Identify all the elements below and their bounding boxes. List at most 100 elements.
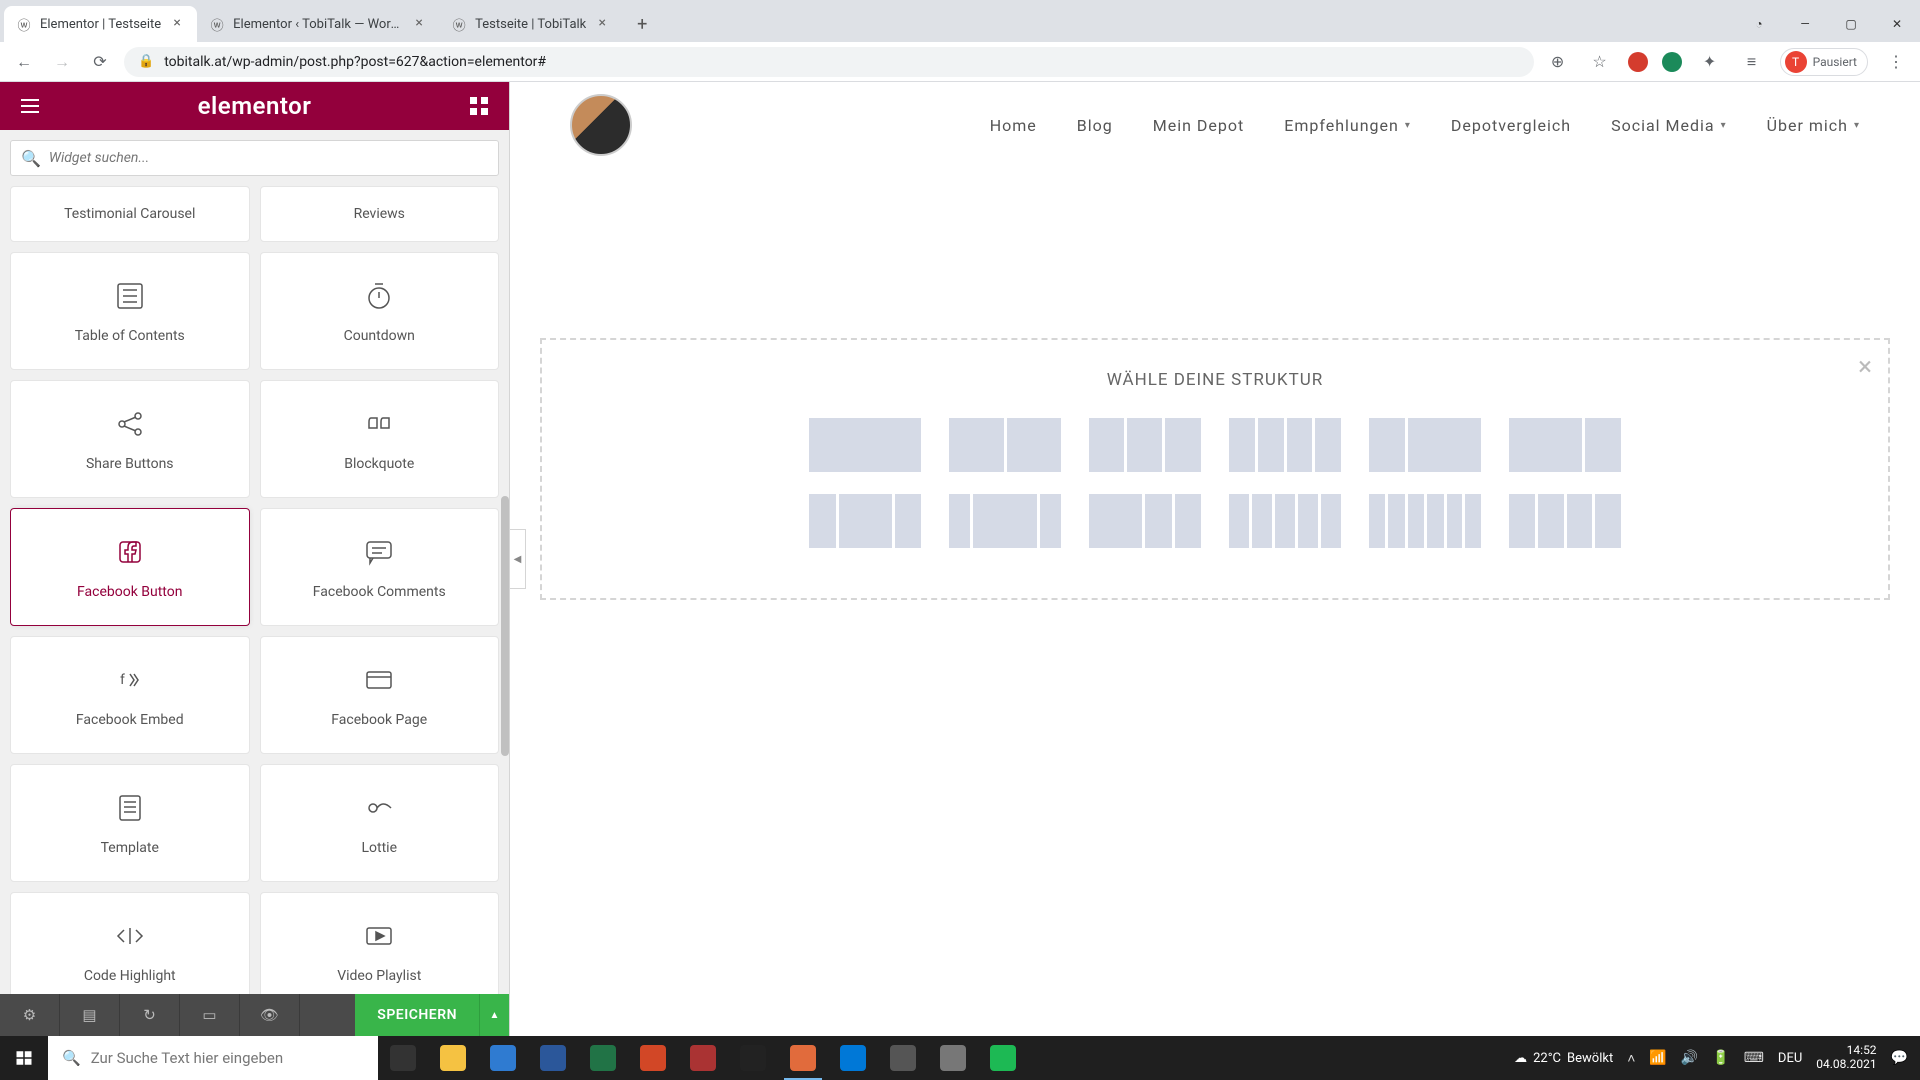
site-preview: Home Blog Mein Depot Empfehlungen▾ Depotverg… xyxy=(510,82,1920,1036)
browser-tab[interactable]: ⓦElementor | Testseite× xyxy=(4,6,197,42)
address-bar[interactable]: 🔒 tobitalk.at/wp-admin/post.php?post=627… xyxy=(124,47,1534,77)
taskbar-app[interactable] xyxy=(428,1036,478,1080)
language-indicator[interactable]: DEU xyxy=(1778,1051,1802,1066)
widget-search[interactable]: 🔍 xyxy=(10,140,499,176)
close-tab-button[interactable]: × xyxy=(594,16,610,32)
browser-tab[interactable]: ⓦElementor ‹ TobiTalk — WordPre× xyxy=(197,6,439,42)
structure-option[interactable] xyxy=(809,418,921,472)
new-tab-button[interactable]: + xyxy=(628,10,656,38)
battery-icon[interactable]: 🔋 xyxy=(1712,1050,1729,1066)
settings-button[interactable]: ⚙ xyxy=(0,994,60,1036)
widget-label: Template xyxy=(101,840,159,856)
structure-option[interactable] xyxy=(1509,418,1621,472)
structure-option[interactable] xyxy=(949,418,1061,472)
taskbar-app[interactable] xyxy=(778,1036,828,1080)
structure-option[interactable] xyxy=(809,494,921,548)
forward-button[interactable]: → xyxy=(48,48,76,76)
save-options-button[interactable]: ▲ xyxy=(479,994,509,1036)
structure-option[interactable] xyxy=(1369,494,1481,548)
widgets-scrollbar[interactable] xyxy=(501,276,509,994)
menu-item-mein-depot[interactable]: Mein Depot xyxy=(1153,116,1244,135)
structure-option[interactable] xyxy=(1369,418,1481,472)
taskbar-app[interactable] xyxy=(528,1036,578,1080)
keyboard-icon[interactable]: ⌨ xyxy=(1744,1050,1764,1066)
zoom-icon[interactable]: ⊕ xyxy=(1544,48,1572,76)
widget-video-playlist[interactable]: Video Playlist xyxy=(260,892,500,994)
widget-share-buttons[interactable]: Share Buttons xyxy=(10,380,250,498)
site-logo[interactable] xyxy=(570,94,632,156)
reading-list-icon[interactable]: ≡ xyxy=(1738,48,1766,76)
structure-option[interactable] xyxy=(1509,494,1621,548)
tray-chevron-icon[interactable]: ˄ xyxy=(1627,1050,1635,1067)
taskbar-app[interactable] xyxy=(878,1036,928,1080)
close-tab-button[interactable]: × xyxy=(411,16,427,32)
widget-facebook-page[interactable]: Facebook Page xyxy=(260,636,500,754)
menu-item-social-media[interactable]: Social Media▾ xyxy=(1611,116,1727,135)
maximize-button[interactable]: ▢ xyxy=(1828,6,1874,42)
responsive-button[interactable]: ▭ xyxy=(180,994,240,1036)
extension-icon[interactable] xyxy=(1662,52,1682,72)
bookmark-star-icon[interactable]: ☆ xyxy=(1586,48,1614,76)
volume-icon[interactable]: 🔊 xyxy=(1681,1050,1698,1066)
menu-item-home[interactable]: Home xyxy=(990,116,1037,135)
widget-testimonial-carousel[interactable]: Testimonial Carousel xyxy=(10,186,250,242)
widget-icon xyxy=(361,662,397,702)
taskbar-app[interactable] xyxy=(578,1036,628,1080)
taskbar-app[interactable] xyxy=(378,1036,428,1080)
scrollbar-thumb[interactable] xyxy=(501,496,509,756)
back-button[interactable]: ← xyxy=(10,48,38,76)
widget-search-input[interactable] xyxy=(49,150,488,166)
widget-template[interactable]: Template xyxy=(10,764,250,882)
widgets-grid-button[interactable] xyxy=(467,94,491,118)
extension-icon[interactable] xyxy=(1628,52,1648,72)
taskbar-app[interactable] xyxy=(728,1036,778,1080)
widget-facebook-embed[interactable]: fFacebook Embed xyxy=(10,636,250,754)
taskbar-app[interactable] xyxy=(628,1036,678,1080)
menu-item-über-mich[interactable]: Über mich▾ xyxy=(1767,116,1860,135)
structure-option[interactable] xyxy=(1229,494,1341,548)
taskbar-app[interactable] xyxy=(978,1036,1028,1080)
close-window-button[interactable]: ✕ xyxy=(1874,6,1920,42)
weather-widget[interactable]: ☁ 22°C Bewölkt xyxy=(1514,1051,1613,1066)
taskbar-app[interactable] xyxy=(478,1036,528,1080)
menu-item-blog[interactable]: Blog xyxy=(1077,116,1113,135)
taskbar-app[interactable] xyxy=(678,1036,728,1080)
reload-button[interactable]: ⟳ xyxy=(86,48,114,76)
extensions-puzzle-icon[interactable]: ✦ xyxy=(1696,48,1724,76)
structure-option[interactable] xyxy=(1089,418,1201,472)
menu-item-empfehlungen[interactable]: Empfehlungen▾ xyxy=(1284,116,1411,135)
taskbar-app[interactable] xyxy=(828,1036,878,1080)
history-button[interactable]: ↻ xyxy=(120,994,180,1036)
taskbar-search[interactable]: 🔍 Zur Suche Text hier eingeben xyxy=(48,1036,378,1080)
collapse-panel-button[interactable]: ◀ xyxy=(510,529,526,589)
structure-option[interactable] xyxy=(949,494,1061,548)
panel-menu-button[interactable] xyxy=(18,94,42,118)
taskbar-app[interactable] xyxy=(928,1036,978,1080)
widget-countdown[interactable]: Countdown xyxy=(260,252,500,370)
close-tab-button[interactable]: × xyxy=(169,16,185,32)
close-structure-button[interactable]: × xyxy=(1858,352,1872,382)
start-button[interactable] xyxy=(0,1036,48,1080)
structure-option[interactable] xyxy=(1229,418,1341,472)
notifications-icon[interactable]: 💬 xyxy=(1891,1050,1908,1066)
navigator-button[interactable]: ▤ xyxy=(60,994,120,1036)
structure-option[interactable] xyxy=(1089,494,1201,548)
menu-item-depotvergleich[interactable]: Depotvergleich xyxy=(1451,116,1571,135)
widget-facebook-comments[interactable]: Facebook Comments xyxy=(260,508,500,626)
taskbar-clock[interactable]: 14:52 04.08.2021 xyxy=(1816,1044,1876,1072)
widget-code-highlight[interactable]: Code Highlight xyxy=(10,892,250,994)
widget-facebook-button[interactable]: Facebook Button xyxy=(10,508,250,626)
widget-blockquote[interactable]: Blockquote xyxy=(260,380,500,498)
app-icon xyxy=(890,1045,916,1071)
preview-button[interactable]: 👁 xyxy=(240,994,300,1036)
widget-lottie[interactable]: Lottie xyxy=(260,764,500,882)
app-icon xyxy=(690,1045,716,1071)
browser-tab[interactable]: ⓦTestseite | TobiTalk× xyxy=(439,6,622,42)
widget-reviews[interactable]: Reviews xyxy=(260,186,500,242)
save-button[interactable]: SPEICHERN xyxy=(355,994,479,1036)
widget-table-of-contents[interactable]: Table of Contents xyxy=(10,252,250,370)
chrome-menu-icon[interactable]: ⋮ xyxy=(1882,48,1910,76)
profile-button[interactable]: T Pausiert xyxy=(1780,48,1868,76)
network-icon[interactable]: 📶 xyxy=(1649,1050,1666,1066)
minimize-button[interactable]: ― xyxy=(1782,6,1828,42)
